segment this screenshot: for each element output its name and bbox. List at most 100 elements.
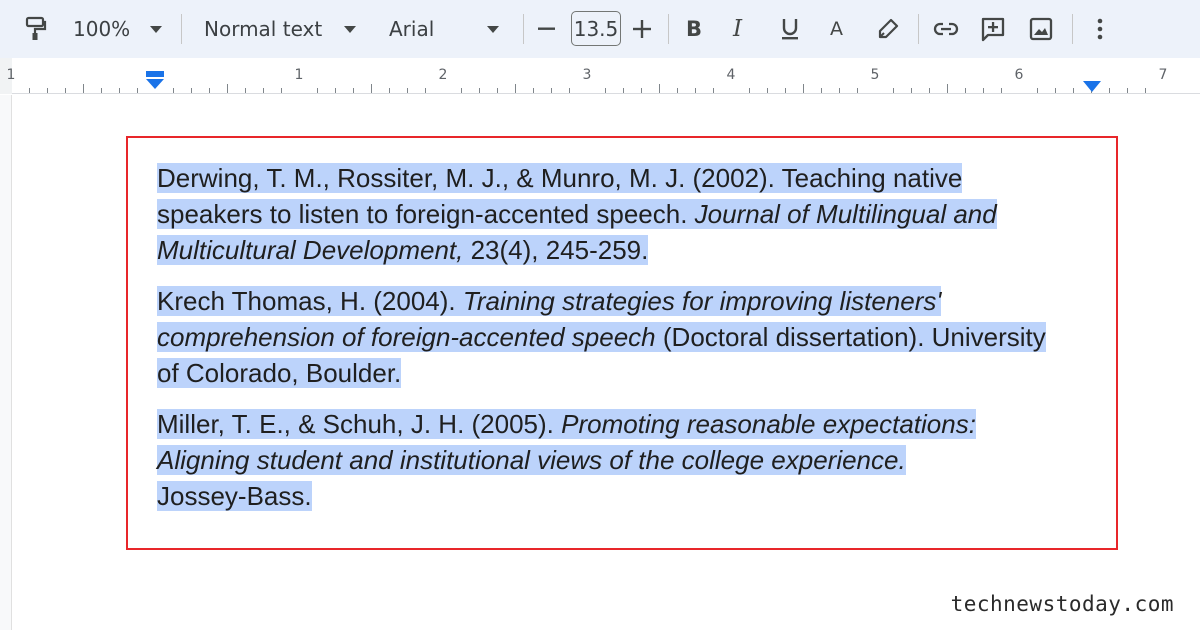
right-indent-marker[interactable] bbox=[1083, 80, 1101, 98]
toolbar: 100% Normal text Arial 13.5 B I A bbox=[0, 0, 1200, 58]
ruler-number: 7 bbox=[1158, 67, 1168, 83]
ruler-tick bbox=[515, 84, 516, 93]
ruler-tick bbox=[659, 84, 660, 93]
ruler-tick bbox=[335, 88, 336, 93]
ruler[interactable]: 1 1 2 3 4 5 6 7 bbox=[0, 58, 1200, 94]
italic-text-run: Aligning student and institutional views… bbox=[157, 445, 906, 475]
ruler-tick bbox=[389, 88, 390, 93]
reference-line: Miller, T. E., & Schuh, J. H. (2005). Pr… bbox=[157, 406, 1097, 442]
ruler-tick bbox=[1109, 88, 1110, 93]
paint-format-icon[interactable] bbox=[24, 0, 48, 58]
add-comment-icon[interactable] bbox=[980, 0, 1006, 58]
ruler-number: 2 bbox=[438, 67, 448, 83]
font-size-input[interactable]: 13.5 bbox=[571, 11, 621, 46]
first-line-indent-marker[interactable] bbox=[145, 71, 165, 96]
underline-icon[interactable] bbox=[780, 0, 800, 58]
toolbar-divider bbox=[181, 14, 182, 44]
ruler-tick bbox=[947, 84, 948, 93]
ruler-tick bbox=[245, 88, 246, 93]
ruler-tick bbox=[749, 88, 750, 93]
decrease-font-size-button[interactable] bbox=[538, 0, 555, 58]
text-run: of Colorado, Boulder. bbox=[157, 358, 402, 388]
increase-font-size-button[interactable] bbox=[633, 0, 651, 58]
reference-entry[interactable]: Miller, T. E., & Schuh, J. H. (2005). Pr… bbox=[157, 406, 1097, 514]
toolbar-divider bbox=[918, 14, 919, 44]
italic-text-run: Training strategies for improving listen… bbox=[462, 286, 942, 316]
ruler-tick bbox=[569, 88, 570, 93]
link-icon[interactable] bbox=[933, 0, 959, 58]
text-run: 23(4), 245-259. bbox=[463, 235, 649, 265]
reference-line: speakers to listen to foreign-accented s… bbox=[157, 196, 1097, 232]
ruler-tick bbox=[209, 88, 210, 93]
font-select[interactable]: Arial bbox=[389, 0, 499, 58]
ruler-tick bbox=[677, 88, 678, 93]
reference-line: comprehension of foreign-accented speech… bbox=[157, 319, 1097, 355]
document-body[interactable]: Derwing, T. M., Rossiter, M. J., & Munro… bbox=[157, 160, 1097, 529]
ruler-tick bbox=[767, 88, 768, 93]
italic-icon[interactable]: I bbox=[733, 0, 742, 58]
chevron-down-icon bbox=[150, 25, 163, 33]
ruler-tick bbox=[227, 84, 228, 93]
ruler-tick bbox=[1073, 88, 1074, 93]
ruler-tick bbox=[1055, 88, 1056, 93]
ruler-tick bbox=[65, 88, 66, 93]
reference-line: Krech Thomas, H. (2004). Training strate… bbox=[157, 283, 1097, 319]
ruler-tick bbox=[605, 88, 606, 93]
text-run: Derwing, T. M., Rossiter, M. J., & Munro… bbox=[157, 163, 963, 193]
ruler-tick bbox=[353, 88, 354, 93]
ruler-tick bbox=[425, 88, 426, 93]
ruler-tick bbox=[263, 88, 264, 93]
text-color-icon[interactable]: A bbox=[830, 0, 843, 58]
ruler-tick bbox=[173, 88, 174, 93]
italic-text-run: Multicultural Development, bbox=[157, 235, 464, 265]
ruler-tick bbox=[839, 88, 840, 93]
toolbar-divider bbox=[668, 14, 669, 44]
ruler-tick bbox=[713, 88, 714, 93]
more-options-icon[interactable] bbox=[1097, 0, 1103, 58]
ruler-tick bbox=[317, 88, 318, 93]
italic-text-run: Promoting reasonable expectations: bbox=[561, 409, 976, 439]
ruler-tick bbox=[911, 88, 912, 93]
chevron-down-icon bbox=[344, 25, 357, 33]
ruler-tick bbox=[281, 88, 282, 93]
ruler-number: 4 bbox=[726, 67, 736, 83]
font-value: Arial bbox=[389, 17, 435, 41]
text-run: Jossey-Bass. bbox=[157, 481, 312, 511]
ruler-number: 3 bbox=[582, 67, 592, 83]
ruler-tick bbox=[623, 88, 624, 93]
italic-text-run: comprehension of foreign-accented speech bbox=[157, 322, 656, 352]
ruler-tick bbox=[407, 88, 408, 93]
style-select[interactable]: Normal text bbox=[204, 0, 357, 58]
ruler-tick bbox=[965, 88, 966, 93]
ruler-tick bbox=[479, 88, 480, 93]
zoom-value: 100% bbox=[73, 17, 131, 41]
page-gutter bbox=[0, 95, 12, 630]
ruler-tick bbox=[1145, 88, 1146, 93]
ruler-tick bbox=[1001, 88, 1002, 93]
ruler-tick bbox=[119, 88, 120, 93]
insert-image-icon[interactable] bbox=[1029, 0, 1053, 58]
ruler-tick bbox=[1037, 88, 1038, 93]
ruler-tick bbox=[371, 84, 372, 93]
style-value: Normal text bbox=[204, 17, 323, 41]
reference-entry[interactable]: Krech Thomas, H. (2004). Training strate… bbox=[157, 283, 1097, 391]
italic-text-run: Journal of Multilingual and bbox=[694, 199, 997, 229]
toolbar-divider bbox=[1072, 14, 1073, 44]
ruler-tick bbox=[137, 88, 138, 93]
ruler-tick bbox=[191, 88, 192, 93]
ruler-tick bbox=[821, 88, 822, 93]
ruler-tick bbox=[101, 88, 102, 93]
reference-line: of Colorado, Boulder. bbox=[157, 355, 1097, 391]
reference-line: Aligning student and institutional views… bbox=[157, 442, 1097, 478]
watermark: technewstoday.com bbox=[950, 592, 1174, 616]
ruler-tick bbox=[533, 88, 534, 93]
ruler-tick bbox=[641, 88, 642, 93]
bold-icon[interactable]: B bbox=[686, 0, 702, 58]
reference-entry[interactable]: Derwing, T. M., Rossiter, M. J., & Munro… bbox=[157, 160, 1097, 268]
ruler-tick bbox=[83, 84, 84, 93]
ruler-tick bbox=[785, 88, 786, 93]
ruler-tick bbox=[461, 88, 462, 93]
highlight-pen-icon[interactable] bbox=[877, 0, 899, 58]
zoom-select[interactable]: 100% bbox=[73, 0, 163, 58]
ruler-number: 1 bbox=[294, 67, 304, 83]
